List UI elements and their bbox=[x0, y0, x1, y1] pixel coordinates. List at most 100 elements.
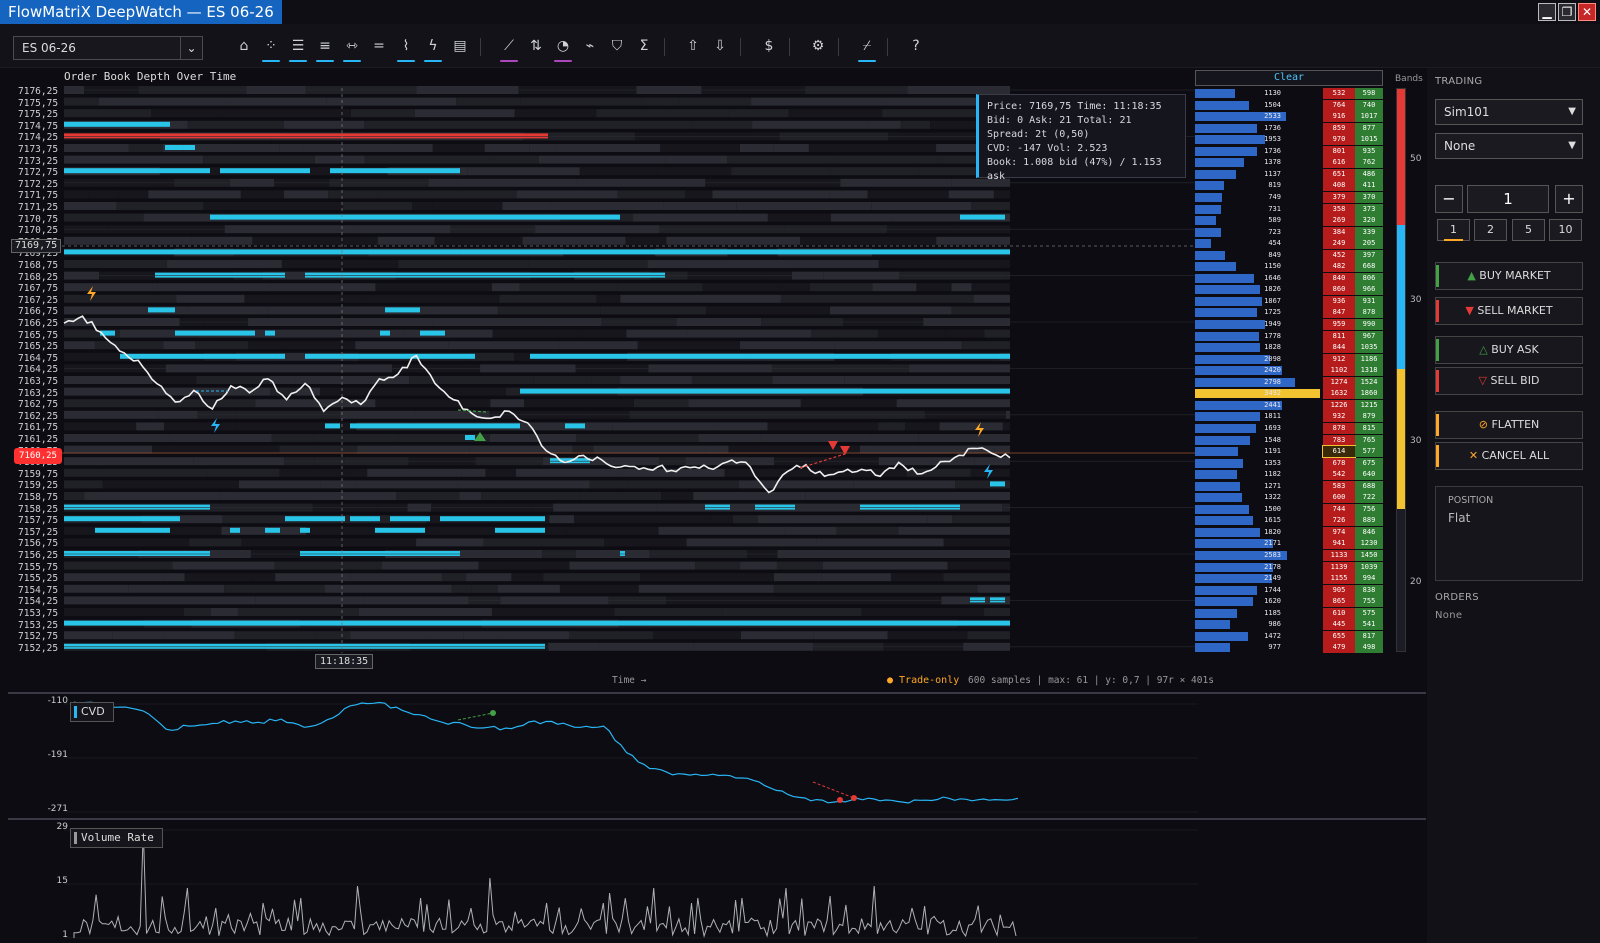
ladder-ask[interactable]: 498 bbox=[1355, 642, 1383, 654]
ladder-row[interactable]: 1826 860 966 bbox=[1195, 284, 1383, 296]
flatten-button[interactable]: ⊘ FLATTEN bbox=[1435, 411, 1583, 439]
buy-ask-button[interactable]: △ BUY ASK bbox=[1435, 336, 1583, 364]
ladder-ask[interactable]: 1230 bbox=[1355, 538, 1383, 550]
ladder-row[interactable]: 1867 936 931 bbox=[1195, 295, 1383, 307]
ladder-bid[interactable]: 583 bbox=[1323, 480, 1355, 492]
ladder-ask[interactable]: 846 bbox=[1355, 526, 1383, 538]
ladder-bid[interactable]: 384 bbox=[1323, 226, 1355, 238]
ladder-row[interactable]: 2441 1226 1215 bbox=[1195, 399, 1383, 411]
ladder-row[interactable]: 1353 678 675 bbox=[1195, 457, 1383, 469]
ladder-ask[interactable]: 486 bbox=[1355, 168, 1383, 180]
ladder-row[interactable]: 2583 1133 1450 bbox=[1195, 550, 1383, 561]
ladder-row[interactable]: 1150 482 668 bbox=[1195, 261, 1383, 273]
symbol-select[interactable]: ES 06-26 ⌄ bbox=[13, 36, 203, 60]
qty-preset-10[interactable]: 10 bbox=[1549, 219, 1582, 241]
ladder-bid[interactable]: 1133 bbox=[1323, 550, 1355, 561]
sort-icon[interactable]: ⇅ bbox=[525, 34, 547, 60]
ladder-ask[interactable]: 1035 bbox=[1355, 342, 1383, 354]
qty-preset-2[interactable]: 2 bbox=[1474, 219, 1507, 241]
ladder-bid[interactable]: 482 bbox=[1323, 261, 1355, 273]
ladder-bid[interactable]: 479 bbox=[1323, 642, 1355, 654]
gear-icon[interactable]: ⚙ bbox=[807, 34, 829, 60]
ladder-row[interactable]: 1620 865 755 bbox=[1195, 596, 1383, 608]
ladder-ask[interactable]: 1524 bbox=[1355, 376, 1383, 388]
ladder-bid[interactable]: 783 bbox=[1323, 434, 1355, 446]
ladder-ask[interactable]: 990 bbox=[1355, 319, 1383, 330]
ladder-row[interactable]: 1548 783 765 bbox=[1195, 434, 1383, 446]
ladder-ask[interactable]: 722 bbox=[1355, 492, 1383, 504]
ladder-bid[interactable]: 655 bbox=[1323, 630, 1355, 642]
ladder-ask[interactable]: 878 bbox=[1355, 307, 1383, 319]
volume-rate-pane[interactable]: Volume Rate 29 15 1 bbox=[8, 818, 1426, 943]
trade-only-indicator[interactable]: ● Trade-only bbox=[887, 675, 959, 686]
sell-market-button[interactable]: ▼ SELL MARKET bbox=[1435, 297, 1583, 325]
ladder-row[interactable]: 1820 974 846 bbox=[1195, 526, 1383, 538]
minimize-button[interactable]: ▁ bbox=[1538, 3, 1556, 21]
ladder-bid[interactable]: 860 bbox=[1323, 284, 1355, 296]
ladder-bid[interactable]: 865 bbox=[1323, 596, 1355, 608]
ladder-bid[interactable]: 600 bbox=[1323, 492, 1355, 504]
line-tool-icon[interactable]: ⌿ bbox=[856, 34, 878, 62]
ladder-row[interactable]: 2533 916 1017 bbox=[1195, 111, 1383, 123]
ladder-bid[interactable]: 1274 bbox=[1323, 376, 1355, 388]
ladder-bid[interactable]: 847 bbox=[1323, 307, 1355, 319]
ladder-ask[interactable]: 879 bbox=[1355, 411, 1383, 423]
ladder-bid[interactable]: 905 bbox=[1323, 584, 1355, 596]
ladder-bid[interactable]: 859 bbox=[1323, 122, 1355, 134]
ladder-row[interactable]: 2178 1139 1039 bbox=[1195, 561, 1383, 573]
ladder-bid[interactable]: 764 bbox=[1323, 99, 1355, 111]
ladder-ask[interactable]: 756 bbox=[1355, 503, 1383, 515]
ladder-ask[interactable]: 765 bbox=[1355, 434, 1383, 446]
ladder-bid[interactable]: 532 bbox=[1323, 88, 1355, 99]
quantity-input[interactable]: 1 bbox=[1467, 185, 1549, 213]
ladder-ask[interactable]: 889 bbox=[1355, 515, 1383, 527]
ladder-row[interactable]: 2098 912 1186 bbox=[1195, 353, 1383, 365]
ladder-row[interactable]: 1615 726 889 bbox=[1195, 515, 1383, 527]
ladder-ask[interactable]: 740 bbox=[1355, 99, 1383, 111]
ladder-ask[interactable]: 967 bbox=[1355, 330, 1383, 342]
account-select[interactable]: Sim101 ▼ bbox=[1435, 99, 1583, 125]
ladder-bid[interactable]: 801 bbox=[1323, 145, 1355, 157]
ladder-bid[interactable]: 408 bbox=[1323, 180, 1355, 192]
ladder-row[interactable]: 731 358 373 bbox=[1195, 203, 1383, 215]
rows-icon[interactable]: ▤ bbox=[449, 34, 471, 60]
ladder-row[interactable]: 2171 941 1230 bbox=[1195, 538, 1383, 550]
ladder-row[interactable]: 1472 655 817 bbox=[1195, 630, 1383, 642]
ladder-row[interactable]: 2420 1102 1318 bbox=[1195, 365, 1383, 377]
ladder-ask[interactable]: 411 bbox=[1355, 180, 1383, 192]
ladder-row[interactable]: 1271 583 688 bbox=[1195, 480, 1383, 492]
ladder-ask[interactable]: 755 bbox=[1355, 596, 1383, 608]
ladder-ask[interactable]: 339 bbox=[1355, 226, 1383, 238]
ladder-bid[interactable]: 1632 bbox=[1323, 388, 1355, 400]
ladder-row[interactable]: 2149 1155 994 bbox=[1195, 573, 1383, 585]
ladder-ask[interactable]: 598 bbox=[1355, 88, 1383, 99]
ladder-ask[interactable]: 1215 bbox=[1355, 399, 1383, 411]
ladder-ask[interactable]: 688 bbox=[1355, 480, 1383, 492]
ladder-ask[interactable]: 675 bbox=[1355, 457, 1383, 469]
ladder-row[interactable]: 1378 616 762 bbox=[1195, 157, 1383, 169]
chevron-down-icon[interactable]: ⌄ bbox=[180, 37, 202, 59]
ladder-row[interactable]: 1949 959 990 bbox=[1195, 319, 1383, 330]
ladder-row[interactable]: 1744 905 838 bbox=[1195, 584, 1383, 596]
ladder-row[interactable]: 1137 651 486 bbox=[1195, 168, 1383, 180]
ladder-ask[interactable]: 838 bbox=[1355, 584, 1383, 596]
ladder-bid[interactable]: 912 bbox=[1323, 353, 1355, 365]
ladder-bid[interactable]: 1155 bbox=[1323, 573, 1355, 585]
ladder-bid[interactable]: 970 bbox=[1323, 134, 1355, 146]
ladder-row[interactable]: 589 269 320 bbox=[1195, 215, 1383, 227]
arrows-horizontal-icon[interactable]: ⇿ bbox=[341, 34, 363, 62]
sell-bid-button[interactable]: ▽ SELL BID bbox=[1435, 367, 1583, 395]
ladder-bid[interactable]: 932 bbox=[1323, 411, 1355, 423]
ladder-bid[interactable]: 811 bbox=[1323, 330, 1355, 342]
ladder-row[interactable]: 723 384 339 bbox=[1195, 226, 1383, 238]
ladder-ask[interactable]: 817 bbox=[1355, 630, 1383, 642]
dollar-icon[interactable]: $ bbox=[758, 34, 780, 60]
ladder-ask[interactable]: 640 bbox=[1355, 469, 1383, 481]
ladder-bid[interactable]: 941 bbox=[1323, 538, 1355, 550]
ladder-clear-button[interactable]: Clear bbox=[1195, 70, 1383, 86]
ladder-ask[interactable]: 762 bbox=[1355, 157, 1383, 169]
ladder-bid[interactable]: 936 bbox=[1323, 295, 1355, 307]
ladder-row[interactable]: 1185 610 575 bbox=[1195, 607, 1383, 619]
ladder-ask[interactable]: 806 bbox=[1355, 272, 1383, 284]
ladder-bid[interactable]: 445 bbox=[1323, 619, 1355, 631]
